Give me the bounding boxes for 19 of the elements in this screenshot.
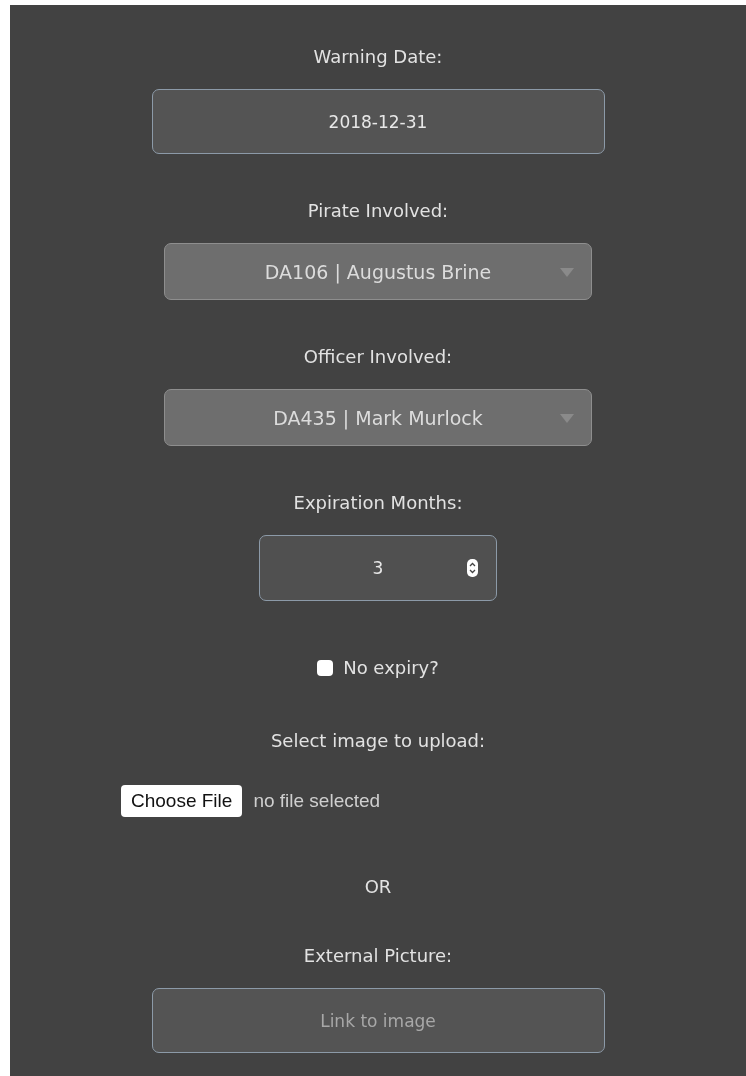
spinner-icon[interactable]	[467, 559, 478, 577]
checkbox[interactable]	[317, 660, 334, 676]
caret-icon	[560, 268, 574, 277]
caret-icon	[560, 414, 574, 423]
select-dropdown[interactable]: DA106 | Augustus Brine	[164, 243, 592, 300]
field-label: Select image to upload:	[270, 729, 486, 753]
checkbox-label: No expiry?	[343, 656, 439, 680]
field-label: Pirate Involved:	[307, 199, 449, 223]
select-dropdown[interactable]: DA435 | Mark Murlock	[164, 389, 592, 446]
field-label: Officer Involved:	[303, 345, 453, 369]
field-label: Expiration Months:	[293, 491, 463, 515]
field-label: External Picture:	[303, 944, 453, 968]
choose-file-button[interactable]: Choose File	[121, 785, 243, 817]
number-field[interactable]: 3	[259, 535, 497, 601]
text-field[interactable]: Link to image	[151, 988, 605, 1053]
or-separator: OR	[364, 875, 392, 899]
file-status: no file selected	[253, 790, 381, 812]
text-field[interactable]: 2018-12-31	[151, 89, 605, 154]
field-label: Warning Date:	[313, 45, 443, 69]
